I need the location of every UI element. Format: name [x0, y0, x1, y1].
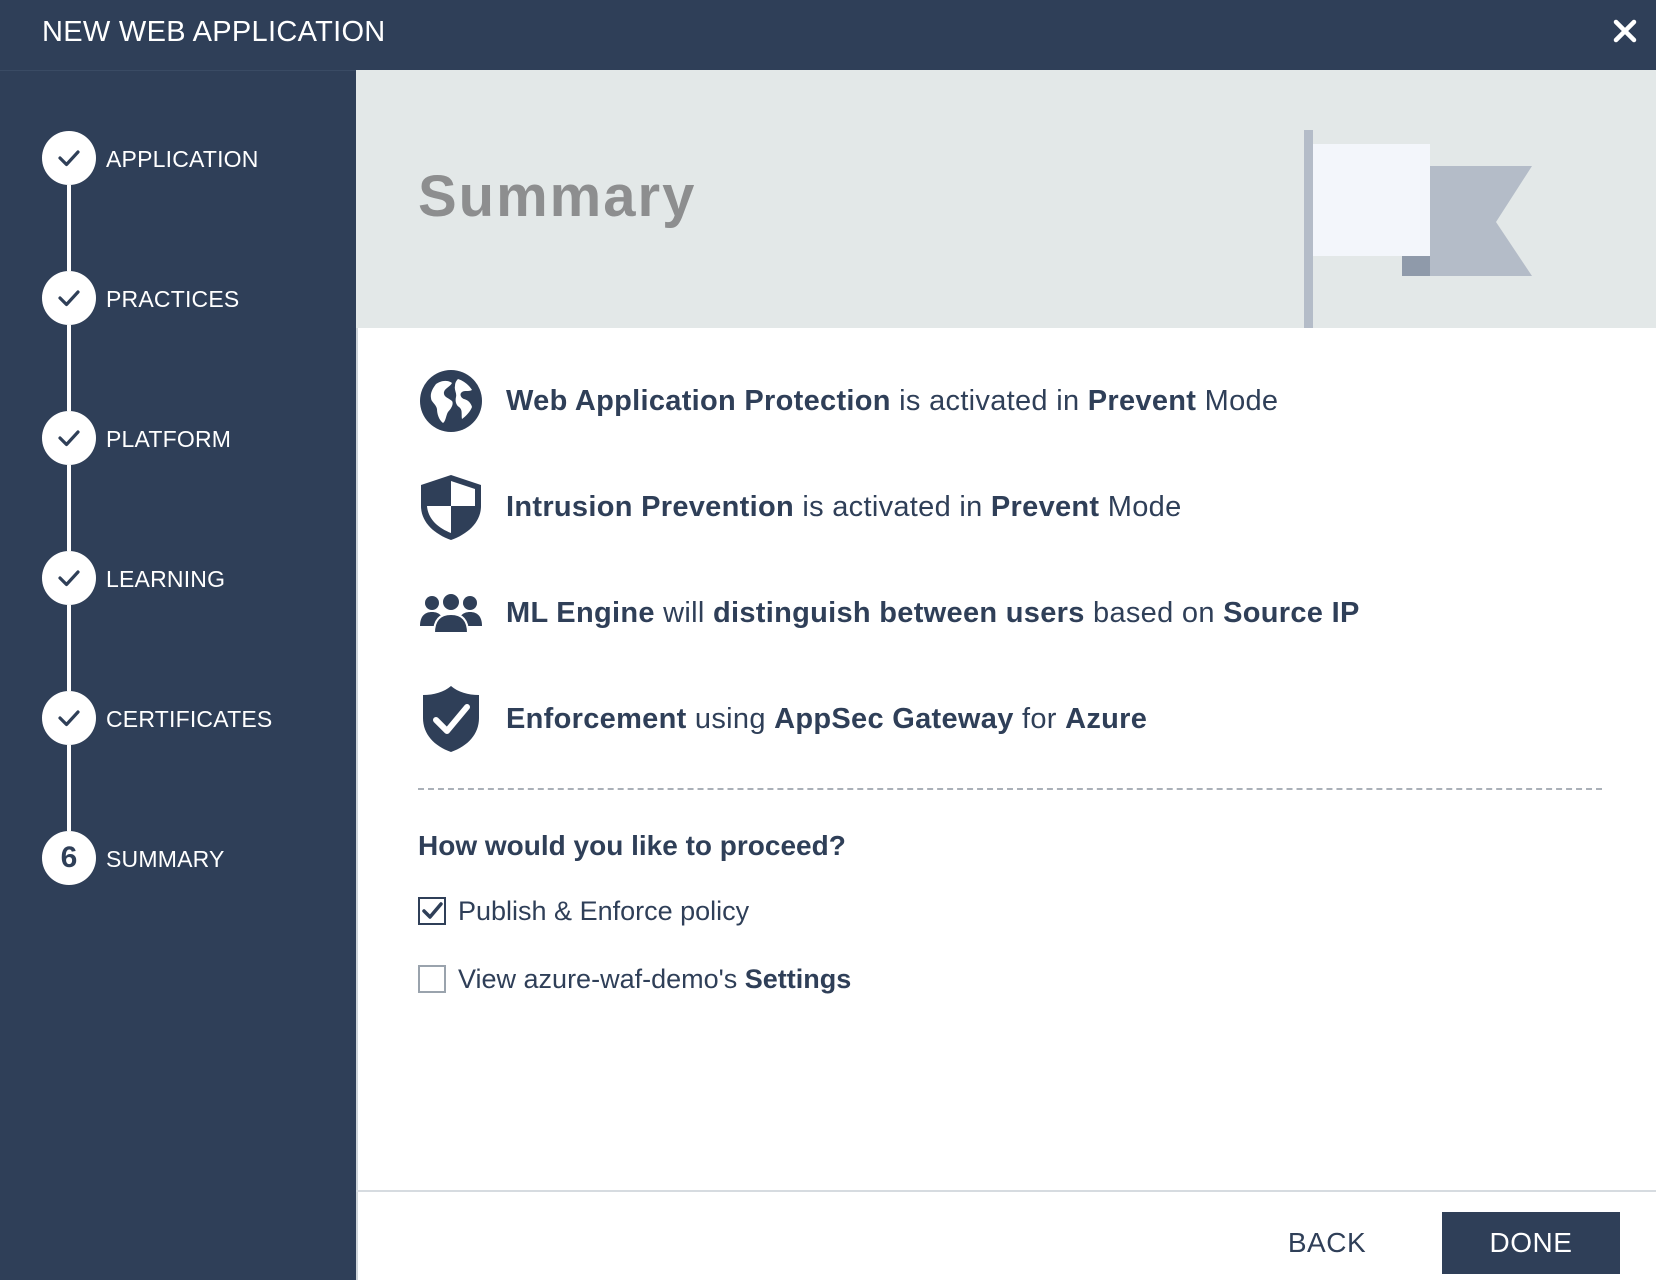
step-platform[interactable]: PLATFORM: [42, 411, 352, 465]
step-learning[interactable]: LEARNING: [42, 551, 352, 605]
text-plain: will: [654, 597, 713, 629]
step-status-circle: [42, 411, 96, 465]
option-text: View azure-waf-demo's: [458, 964, 745, 994]
summary-item-ml-engine: ML Engine will distinguish between users…: [418, 578, 1568, 648]
step-summary[interactable]: 6 SUMMARY: [42, 831, 352, 885]
step-certificates[interactable]: CERTIFICATES: [42, 691, 352, 745]
text-bold: Prevent: [1087, 385, 1197, 417]
close-button[interactable]: [1608, 14, 1642, 48]
publish-enforce-checkbox[interactable]: [418, 897, 446, 925]
wizard-sidebar: APPLICATION PRACTICES PLATFORM LEARNING: [0, 70, 356, 1280]
view-settings-checkbox[interactable]: [418, 965, 446, 993]
text-bold: Web Application Protection: [506, 385, 891, 417]
page-title: Summary: [418, 164, 697, 229]
text-bold: Source IP: [1223, 597, 1360, 629]
step-label: PRACTICES: [106, 286, 240, 312]
summary-item-text: Web Application Protection is activated …: [506, 382, 1278, 420]
summary-item-text: Intrusion Prevention is activated in Pre…: [506, 488, 1182, 526]
text-bold: ML Engine: [506, 597, 655, 629]
option-label: Publish & Enforce policy: [458, 894, 749, 928]
step-status-circle: [42, 131, 96, 185]
text-bold: AppSec Gateway: [774, 703, 1014, 735]
text-bold: Intrusion Prevention: [506, 491, 794, 523]
dashed-divider: [418, 788, 1602, 790]
check-icon: [58, 290, 80, 307]
globe-icon: [420, 370, 482, 432]
summary-item-waf: Web Application Protection is activated …: [418, 366, 1568, 436]
step-number-circle: 6: [42, 831, 96, 885]
summary-item-text: Enforcement using AppSec Gateway for Azu…: [506, 700, 1147, 738]
step-number: 6: [60, 841, 78, 874]
text-plain: is activated in: [890, 385, 1088, 417]
step-connector: [67, 465, 71, 551]
summary-item-enforcement: Enforcement using AppSec Gateway for Azu…: [418, 684, 1568, 754]
text-plain: for: [1013, 703, 1066, 735]
check-icon: [58, 570, 80, 587]
step-connector: [67, 605, 71, 691]
step-status-circle: [42, 551, 96, 605]
check-icon: [58, 150, 80, 167]
step-status-circle: [42, 271, 96, 325]
summary-item-text: ML Engine will distinguish between users…: [506, 594, 1360, 632]
checkmark-icon: [422, 902, 443, 919]
summary-banner: Summary: [356, 70, 1656, 328]
step-label: LEARNING: [106, 566, 226, 592]
step-practices[interactable]: PRACTICES: [42, 271, 352, 325]
text-bold: Azure: [1065, 703, 1148, 735]
text-bold: Enforcement: [506, 703, 687, 735]
flag-icon: [1304, 130, 1532, 328]
title-bar: NEW WEB APPLICATION: [0, 0, 1656, 70]
step-label: SUMMARY: [106, 846, 225, 872]
proceed-question: How would you like to proceed?: [418, 830, 846, 861]
summary-item-ips: Intrusion Prevention is activated in Pre…: [418, 472, 1568, 542]
text-plain: using: [686, 703, 775, 735]
step-label: CERTIFICATES: [106, 706, 273, 732]
main-panel: Summary Web Application Protection is ac…: [356, 70, 1656, 1280]
option-text-bold: Settings: [744, 964, 852, 994]
done-button[interactable]: DONE: [1442, 1212, 1620, 1274]
check-icon: [58, 710, 80, 727]
footer-divider: [356, 1190, 1656, 1192]
text-plain: is activated in: [793, 491, 991, 523]
text-bold: Prevent: [990, 491, 1100, 523]
step-label: PLATFORM: [106, 426, 232, 452]
text-plain: based on: [1084, 597, 1224, 629]
close-icon: [1613, 19, 1637, 43]
text-plain: Mode: [1196, 385, 1279, 417]
option-label: View azure-waf-demo's Settings: [458, 962, 851, 996]
text-plain: Mode: [1099, 491, 1182, 523]
step-label: APPLICATION: [106, 146, 259, 172]
back-button[interactable]: BACK: [1262, 1212, 1392, 1274]
check-icon: [58, 430, 80, 447]
text-bold: distinguish between users: [712, 597, 1085, 629]
step-connector: [67, 185, 71, 271]
shield-checkered-icon: [421, 475, 481, 540]
shield-check-icon: [423, 686, 479, 752]
step-connector: [67, 745, 71, 831]
step-application[interactable]: APPLICATION: [42, 131, 352, 185]
users-icon: [420, 592, 482, 634]
step-status-circle: [42, 691, 96, 745]
step-connector: [67, 325, 71, 411]
window-title: NEW WEB APPLICATION: [42, 16, 386, 48]
option-text: Publish & Enforce policy: [458, 896, 750, 926]
